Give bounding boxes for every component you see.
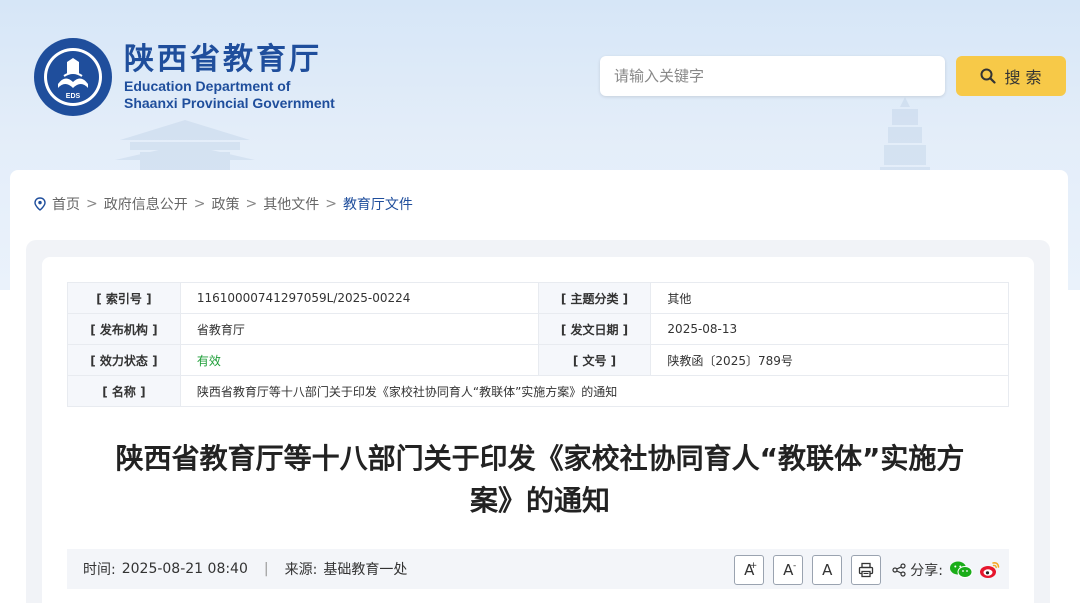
weibo-icon[interactable]: [979, 560, 1001, 580]
table-row: [ 发布机构 ] 省教育厅 [ 发文日期 ] 2025-08-13: [67, 313, 1009, 345]
topic-value: 其他: [650, 282, 1009, 314]
source-value: 基础教育一处: [323, 562, 408, 578]
print-button[interactable]: [851, 555, 882, 585]
article-title-line1: 陕西省教育厅等十八部门关于印发《家校社协同育人“教联体”实施方: [115, 442, 965, 475]
article-title: 陕西省教育厅等十八部门关于印发《家校社协同育人“教联体”实施方 案》的通知: [90, 438, 990, 522]
table-row: [ 效力状态 ] 有效 [ 文号 ] 陕教函〔2025〕789号: [67, 344, 1009, 376]
status-label: [ 效力状态 ]: [67, 344, 181, 376]
article-title-line2: 案》的通知: [469, 484, 610, 517]
svg-text:EDS: EDS: [66, 93, 81, 100]
search-input[interactable]: [614, 67, 945, 85]
breadcrumb-policy[interactable]: 政策: [211, 194, 239, 214]
font-reset-button[interactable]: A: [812, 555, 843, 585]
share-section: 分享:: [890, 560, 1001, 580]
search-button-label: 搜 索: [1004, 68, 1042, 87]
index-label: [ 索引号 ]: [67, 282, 181, 314]
breadcrumb-other-docs[interactable]: 其他文件: [263, 194, 319, 214]
time-value: 2025-08-21 08:40: [121, 561, 248, 577]
name-label: [ 名称 ]: [67, 375, 181, 407]
search-box: [600, 56, 945, 96]
article-info-bar: 时间: 2025-08-21 08:40 | 来源: 基础教育一处 A + A- …: [67, 549, 1009, 589]
topic-label: [ 主题分类 ]: [537, 282, 652, 314]
table-row: [ 索引号 ] 11610000741297059L/2025-00224 [ …: [67, 282, 1009, 314]
site-title-en-line2: Shaanxi Provincial Government: [124, 95, 335, 111]
source-label: 来源:: [284, 562, 318, 578]
breadcrumb-current[interactable]: 教育厅文件: [343, 194, 413, 214]
date-value: 2025-08-13: [650, 313, 1009, 345]
location-pin-icon: [34, 197, 46, 211]
breadcrumb: 首页 > 政府信息公开 > 政策 > 其他文件 > 教育厅文件: [34, 194, 413, 214]
site-title-en-line1: Education Department of: [124, 78, 291, 94]
font-increase-button[interactable]: A +: [734, 555, 765, 585]
time-label: 时间:: [83, 562, 116, 578]
department-seal-icon: EDS: [34, 38, 112, 116]
breadcrumb-separator: >: [325, 196, 337, 212]
printer-icon: [859, 562, 874, 578]
font-decrease-button[interactable]: A-: [773, 555, 804, 585]
breadcrumb-separator: >: [245, 196, 258, 212]
status-value: 有效: [179, 344, 539, 376]
share-label: 分享:: [910, 563, 943, 579]
publisher-label: [ 发布机构 ]: [67, 313, 181, 345]
name-value: 陕西省教育厅等十八部门关于印发《家校社协同育人“教联体”实施方案》的通知: [179, 375, 1010, 407]
date-label: [ 发文日期 ]: [537, 313, 652, 345]
breadcrumb-gov-info[interactable]: 政府信息公开: [104, 194, 188, 214]
search-button[interactable]: 搜 索: [956, 56, 1066, 96]
index-value: 11610000741297059L/2025-00224: [179, 282, 539, 314]
breadcrumb-separator: >: [86, 196, 98, 212]
breadcrumb-separator: >: [193, 196, 206, 212]
table-row: [ 名称 ] 陕西省教育厅等十八部门关于印发《家校社协同育人“教联体”实施方案》…: [67, 375, 1010, 407]
docno-label: [ 文号 ]: [537, 344, 652, 376]
info-divider: |: [263, 561, 269, 577]
document-metadata-table: [ 索引号 ] 11610000741297059L/2025-00224 [ …: [67, 282, 1010, 407]
wechat-icon[interactable]: [949, 560, 973, 580]
article-tools: A + A- A 分享:: [734, 555, 1001, 585]
publisher-value: 省教育厅: [179, 313, 539, 345]
share-icon: [892, 563, 906, 577]
site-logo[interactable]: EDS 陕西省教育厅 Education Department of Shaan…: [34, 38, 335, 116]
search-icon: [980, 68, 997, 84]
docno-value: 陕教函〔2025〕789号: [650, 344, 1009, 376]
site-title-cn: 陕西省教育厅: [124, 42, 322, 77]
breadcrumb-home[interactable]: 首页: [52, 194, 80, 214]
